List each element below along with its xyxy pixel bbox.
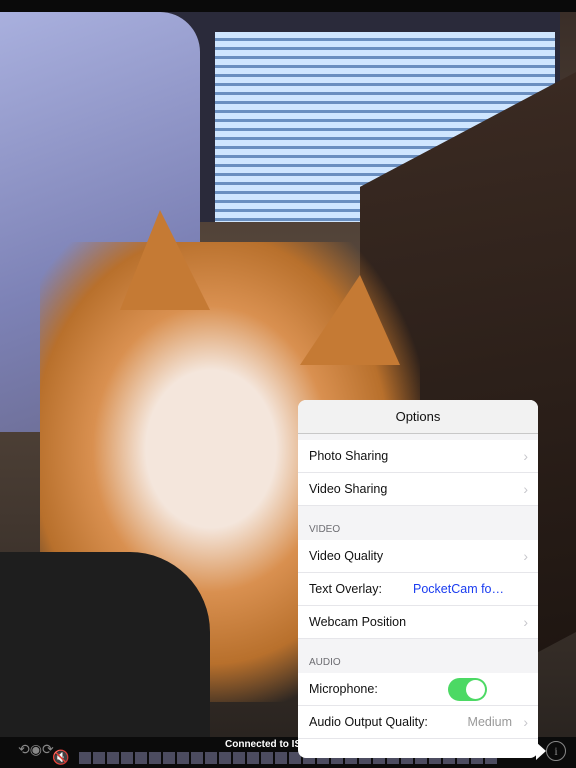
chevron-right-icon: ›: [523, 714, 528, 730]
cat-ear: [300, 275, 400, 365]
connection-status: Connected to ISS: [225, 739, 308, 750]
speaker-muted-icon[interactable]: 🔇: [52, 749, 69, 766]
webcam-position-row[interactable]: Webcam Position ›: [298, 606, 538, 639]
info-button[interactable]: i: [546, 741, 566, 761]
chevron-right-icon: ›: [523, 614, 528, 630]
video-quality-row[interactable]: Video Quality ›: [298, 540, 538, 573]
camera-rotate-icon[interactable]: ⟲◉⟳: [18, 741, 54, 758]
top-bar: [0, 0, 576, 12]
chevron-right-icon: ›: [523, 548, 528, 564]
photo-sharing-row[interactable]: Photo Sharing ›: [298, 440, 538, 473]
audio-section-header: AUDIO: [298, 639, 538, 673]
video-section-header: VIDEO: [298, 506, 538, 540]
text-overlay-value[interactable]: PocketCam fo…: [413, 582, 504, 596]
chevron-right-icon: ›: [523, 481, 528, 497]
microphone-toggle[interactable]: [448, 678, 487, 701]
cat-ear: [120, 210, 210, 310]
chevron-right-icon: ›: [523, 448, 528, 464]
options-popover: Options Photo Sharing › Video Sharing › VI…: [298, 400, 538, 758]
text-overlay-row[interactable]: Text Overlay: PocketCam fo…: [298, 573, 538, 606]
audio-quality-value: Medium: [467, 715, 512, 729]
popover-title: Options: [298, 400, 538, 434]
microphone-row: Microphone:: [298, 673, 538, 706]
audio-quality-row[interactable]: Audio Output Quality: Medium ›: [298, 706, 538, 739]
video-sharing-row[interactable]: Video Sharing ›: [298, 473, 538, 506]
